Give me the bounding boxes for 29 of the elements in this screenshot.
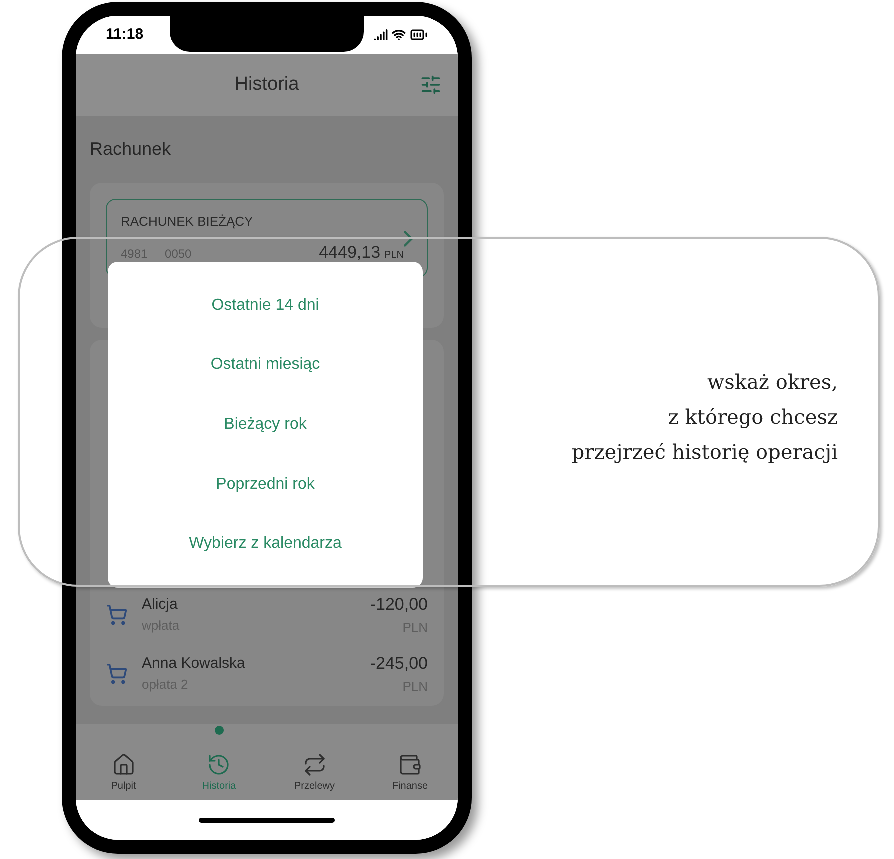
wallet-icon bbox=[398, 753, 422, 777]
tab[interactable]: Przelewy bbox=[267, 724, 362, 800]
arrows-cycle-icon bbox=[302, 753, 327, 777]
transaction-amount: -245,00 bbox=[370, 653, 428, 675]
period-option[interactable]: Bieżący rok bbox=[216, 408, 315, 441]
transaction-name: Anna Kowalska bbox=[142, 654, 246, 674]
cart-icon bbox=[106, 604, 128, 626]
account-balance: 4449,13 bbox=[319, 242, 381, 264]
status-time: 11:18 bbox=[106, 24, 144, 45]
period-option[interactable]: Wybierz z kalendarza bbox=[181, 528, 350, 560]
transaction-amount: -120,00 bbox=[370, 594, 428, 616]
period-option[interactable]: Ostatnie 14 dni bbox=[204, 290, 328, 322]
home-icon bbox=[112, 753, 136, 777]
period-option[interactable]: Poprzedni rok bbox=[208, 468, 323, 501]
section-title: Rachunek bbox=[90, 138, 172, 161]
account-name: RACHUNEK BIEŻĄCY bbox=[121, 213, 254, 231]
tab[interactable]: Pulpit bbox=[76, 724, 172, 800]
wifi-icon bbox=[392, 28, 406, 42]
callout-text: wskaż okres, z którego chcesz przejrzeć historię operacji bbox=[572, 368, 838, 466]
filter-icon[interactable] bbox=[420, 74, 442, 96]
cart-icon bbox=[106, 662, 128, 684]
transaction-name: Alicja bbox=[142, 594, 179, 614]
header-title: Historia bbox=[234, 72, 300, 97]
chevron-right-icon bbox=[404, 230, 413, 246]
period-option[interactable]: Ostatni miesiąc bbox=[202, 349, 328, 382]
tab[interactable]: Finanse bbox=[362, 724, 458, 800]
signal-icon bbox=[374, 28, 388, 42]
account-currency: PLN bbox=[384, 248, 404, 262]
clock-icon bbox=[207, 753, 232, 777]
